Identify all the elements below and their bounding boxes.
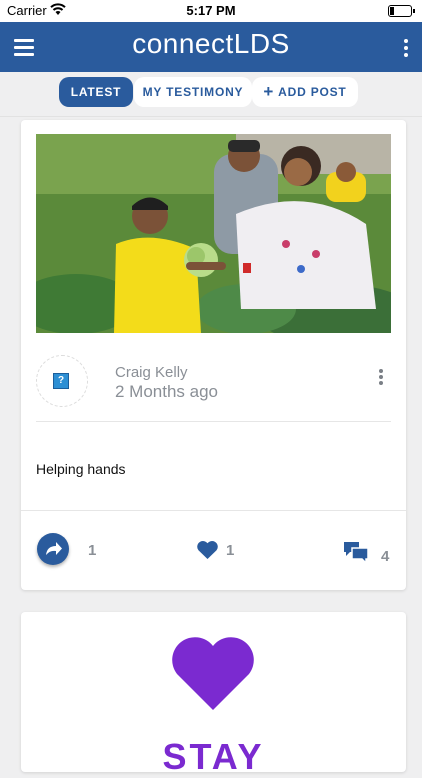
share-button[interactable] — [37, 533, 69, 565]
purple-heart-icon — [172, 637, 254, 710]
divider — [0, 116, 422, 117]
app-logo: connectLDS — [132, 28, 290, 59]
share-arrow-icon — [46, 542, 62, 555]
status-bar: Carrier 5:17 PM — [0, 0, 422, 22]
post-author-row: ? Craig Kelly 2 Months ago — [36, 355, 391, 407]
post-headline: STAY — [162, 736, 265, 777]
post-options-icon[interactable] — [379, 369, 383, 387]
divider — [21, 510, 406, 511]
post-timestamp: 2 Months ago — [115, 382, 219, 401]
author-name[interactable]: Craig Kelly — [115, 364, 188, 381]
add-post-button[interactable]: + ADD POST — [252, 77, 358, 107]
divider — [36, 421, 391, 422]
comment-count: 4 — [381, 548, 390, 565]
tab-my-testimony[interactable]: MY TESTIMONY — [134, 77, 252, 107]
like-count: 1 — [226, 542, 235, 559]
post-photo[interactable] — [36, 134, 391, 333]
post-text: Helping hands — [36, 461, 126, 477]
app-header: connectLDS — [0, 22, 422, 72]
plus-icon: + — [263, 82, 275, 101]
avatar[interactable]: ? — [36, 355, 88, 407]
post-card: ? Craig Kelly 2 Months ago Helping hands… — [21, 120, 406, 590]
missing-image-icon: ? — [53, 373, 69, 389]
status-time: 5:17 PM — [186, 3, 236, 18]
more-options-icon[interactable] — [404, 39, 408, 60]
tab-latest[interactable]: LATEST — [59, 77, 133, 107]
add-post-label: ADD POST — [278, 85, 347, 99]
feed-tabs: LATEST MY TESTIMONY + ADD POST — [0, 72, 422, 114]
post-card: STAY — [21, 612, 406, 777]
like-heart-icon[interactable] — [196, 540, 219, 560]
comments-icon[interactable] — [343, 540, 369, 564]
battery-icon — [388, 5, 415, 17]
share-count: 1 — [88, 542, 97, 559]
